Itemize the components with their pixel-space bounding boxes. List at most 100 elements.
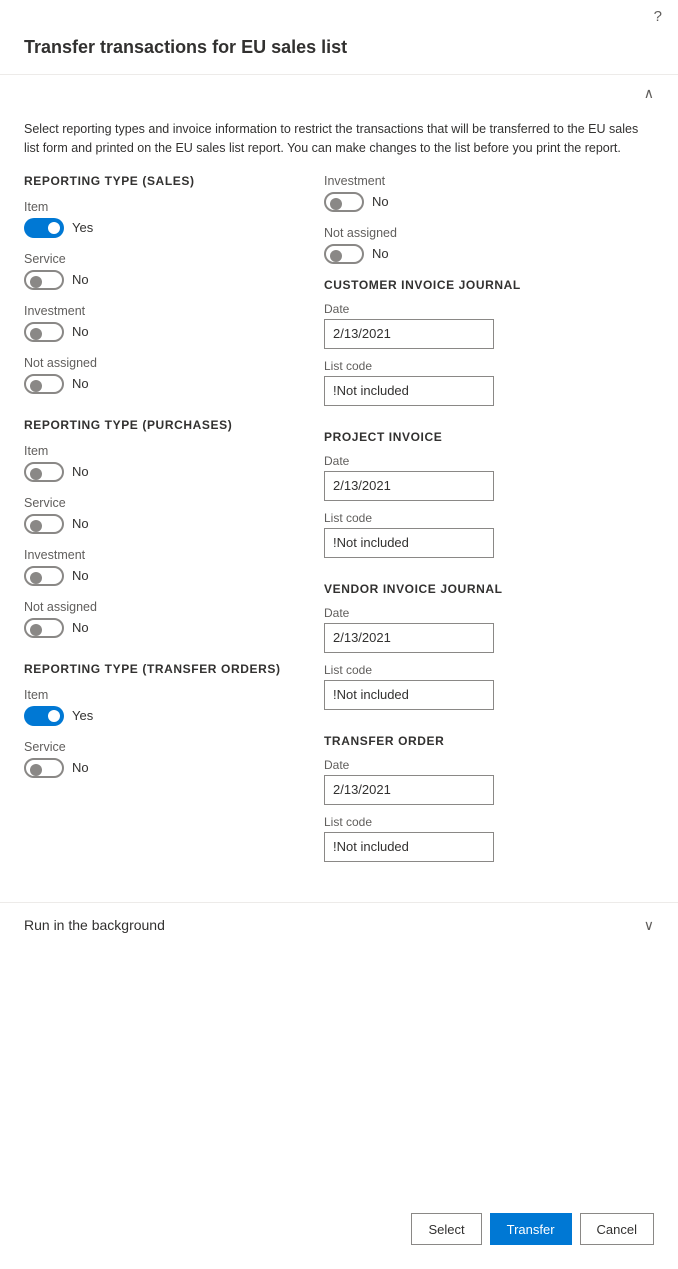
pi-date-group: Date bbox=[324, 454, 654, 501]
main-panel: ∧ Select reporting types and invoice inf… bbox=[0, 74, 678, 902]
reporting-transfer-title: REPORTING TYPE (TRANSFER ORDERS) bbox=[24, 662, 284, 676]
sales-item-toggle[interactable] bbox=[24, 218, 64, 238]
transfer-service-toggle[interactable] bbox=[24, 758, 64, 778]
cij-listcode-group: List code bbox=[324, 359, 654, 406]
sales-right-investment-label: Investment bbox=[324, 174, 654, 188]
purchases-service-label: Service bbox=[24, 496, 284, 510]
cij-date-input[interactable] bbox=[324, 319, 494, 349]
vij-date-input[interactable] bbox=[324, 623, 494, 653]
purchases-investment-toggle-row: No bbox=[24, 566, 284, 586]
sales-service-label: Service bbox=[24, 252, 284, 266]
vendor-invoice-journal: VENDOR INVOICE JOURNAL Date List code bbox=[324, 582, 654, 710]
purchases-investment-value: No bbox=[72, 568, 89, 583]
help-icon[interactable]: ? bbox=[654, 8, 662, 25]
sales-service-toggle-row: No bbox=[24, 270, 284, 290]
vij-date-label: Date bbox=[324, 606, 654, 620]
transfer-order-section: TRANSFER ORDER Date List code bbox=[324, 734, 654, 862]
purchases-notassigned-toggle[interactable] bbox=[24, 618, 64, 638]
reporting-type-purchases: REPORTING TYPE (PURCHASES) Item No Servi… bbox=[24, 418, 284, 638]
sales-service-value: No bbox=[72, 272, 89, 287]
reporting-purchases-title: REPORTING TYPE (PURCHASES) bbox=[24, 418, 284, 432]
page-title: Transfer transactions for EU sales list bbox=[0, 29, 678, 74]
purchases-investment-toggle[interactable] bbox=[24, 566, 64, 586]
to-listcode-input[interactable] bbox=[324, 832, 494, 862]
sales-notassigned-toggle-row: No bbox=[24, 374, 284, 394]
vij-title: VENDOR INVOICE JOURNAL bbox=[324, 582, 654, 596]
cij-title: CUSTOMER INVOICE JOURNAL bbox=[324, 278, 654, 292]
purchases-item-value: No bbox=[72, 464, 89, 479]
to-date-label: Date bbox=[324, 758, 654, 772]
transfer-item-group: Item Yes bbox=[24, 688, 284, 726]
form-content: REPORTING TYPE (SALES) Item Yes Service bbox=[0, 174, 678, 902]
left-column: REPORTING TYPE (SALES) Item Yes Service bbox=[24, 174, 284, 886]
sales-service-toggle[interactable] bbox=[24, 270, 64, 290]
sales-notassigned-toggle[interactable] bbox=[24, 374, 64, 394]
purchases-service-group: Service No bbox=[24, 496, 284, 534]
run-in-background-section[interactable]: Run in the background ∨ bbox=[0, 902, 678, 948]
vij-listcode-input[interactable] bbox=[324, 680, 494, 710]
sales-right-notassigned-value: No bbox=[372, 246, 389, 261]
pi-listcode-label: List code bbox=[324, 511, 654, 525]
to-listcode-label: List code bbox=[324, 815, 654, 829]
customer-invoice-journal: CUSTOMER INVOICE JOURNAL Date List code bbox=[324, 278, 654, 406]
sales-notassigned-value: No bbox=[72, 376, 89, 391]
sales-right-toggles: Investment No Not assigned bbox=[324, 174, 654, 264]
purchases-investment-group: Investment No bbox=[24, 548, 284, 586]
cij-date-label: Date bbox=[324, 302, 654, 316]
sales-service-group: Service No bbox=[24, 252, 284, 290]
sales-right-investment-toggle[interactable] bbox=[324, 192, 364, 212]
sales-investment-value: No bbox=[72, 324, 89, 339]
purchases-item-label: Item bbox=[24, 444, 284, 458]
purchases-notassigned-group: Not assigned No bbox=[24, 600, 284, 638]
right-column: Investment No Not assigned bbox=[324, 174, 654, 886]
sales-investment-toggle[interactable] bbox=[24, 322, 64, 342]
vij-listcode-group: List code bbox=[324, 663, 654, 710]
pi-date-label: Date bbox=[324, 454, 654, 468]
purchases-item-group: Item No bbox=[24, 444, 284, 482]
vij-listcode-label: List code bbox=[324, 663, 654, 677]
purchases-investment-label: Investment bbox=[24, 548, 284, 562]
sales-item-label: Item bbox=[24, 200, 284, 214]
sales-right-investment-value: No bbox=[372, 194, 389, 209]
vij-date-group: Date bbox=[324, 606, 654, 653]
pi-listcode-group: List code bbox=[324, 511, 654, 558]
project-invoice: PROJECT INVOICE Date List code bbox=[324, 430, 654, 558]
transfer-item-toggle[interactable] bbox=[24, 706, 64, 726]
to-listcode-group: List code bbox=[324, 815, 654, 862]
purchases-item-toggle[interactable] bbox=[24, 462, 64, 482]
sales-notassigned-label: Not assigned bbox=[24, 356, 284, 370]
transfer-service-label: Service bbox=[24, 740, 284, 754]
sales-right-notassigned-row: No bbox=[324, 244, 654, 264]
select-button[interactable]: Select bbox=[411, 1213, 481, 1245]
bottom-spacer bbox=[0, 948, 678, 1108]
purchases-service-toggle[interactable] bbox=[24, 514, 64, 534]
purchases-service-toggle-row: No bbox=[24, 514, 284, 534]
cij-date-group: Date bbox=[324, 302, 654, 349]
collapse-icon[interactable]: ∧ bbox=[644, 85, 654, 102]
pi-date-input[interactable] bbox=[324, 471, 494, 501]
cij-listcode-input[interactable] bbox=[324, 376, 494, 406]
purchases-notassigned-value: No bbox=[72, 620, 89, 635]
reporting-type-transfer-orders: REPORTING TYPE (TRANSFER ORDERS) Item Ye… bbox=[24, 662, 284, 778]
cancel-button[interactable]: Cancel bbox=[580, 1213, 654, 1245]
transfer-item-label: Item bbox=[24, 688, 284, 702]
section-description: Select reporting types and invoice infor… bbox=[0, 112, 678, 174]
sales-right-notassigned-toggle[interactable] bbox=[324, 244, 364, 264]
chevron-down-icon: ∨ bbox=[644, 917, 654, 934]
section-header[interactable]: ∧ bbox=[0, 75, 678, 112]
sales-notassigned-group: Not assigned No bbox=[24, 356, 284, 394]
transfer-item-toggle-row: Yes bbox=[24, 706, 284, 726]
to-title: TRANSFER ORDER bbox=[324, 734, 654, 748]
transfer-service-value: No bbox=[72, 760, 89, 775]
to-date-input[interactable] bbox=[324, 775, 494, 805]
pi-listcode-input[interactable] bbox=[324, 528, 494, 558]
footer-buttons: Select Transfer Cancel bbox=[411, 1213, 654, 1245]
sales-right-investment-row: No bbox=[324, 192, 654, 212]
transfer-button[interactable]: Transfer bbox=[490, 1213, 572, 1245]
run-bg-title: Run in the background bbox=[24, 917, 165, 933]
sales-right-investment-group: Investment No bbox=[324, 174, 654, 212]
transfer-item-value: Yes bbox=[72, 708, 93, 723]
cij-listcode-label: List code bbox=[324, 359, 654, 373]
sales-item-value: Yes bbox=[72, 220, 93, 235]
sales-right-notassigned-group: Not assigned No bbox=[324, 226, 654, 264]
